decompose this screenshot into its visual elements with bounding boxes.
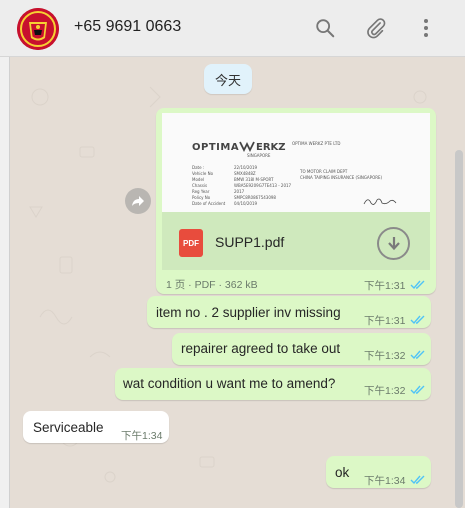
forward-arrow-icon: [132, 196, 144, 206]
message-text: Serviceable: [33, 420, 104, 435]
forward-button[interactable]: [125, 188, 151, 214]
manchester-united-crest-icon: [17, 8, 59, 50]
pdf-file-icon: PDF: [179, 229, 203, 257]
chat-header: +65 9691 0663: [0, 0, 465, 57]
preview-field-value: BMW 318I M-SPORT: [234, 177, 274, 182]
left-panel-edge: [0, 57, 10, 508]
read-ticks-icon: [410, 475, 425, 485]
read-ticks-icon: [410, 315, 425, 325]
preview-field-value: SMX4848Z: [234, 171, 256, 176]
preview-to-line: TO MOTOR CLAIM DEPT: [300, 169, 348, 174]
preview-field-value: WBA5E9209G7TE413 - 2017: [234, 183, 292, 188]
preview-insurer: CHINA TAIPING INSURANCE (SINGAPORE): [300, 175, 383, 180]
menu-icon[interactable]: [412, 14, 440, 42]
preview-field-label: Chassis: [192, 183, 208, 188]
read-ticks-icon: [410, 385, 425, 395]
svg-text:OPTIMA: OPTIMA: [192, 142, 239, 152]
chat-scrollbar[interactable]: [455, 150, 463, 508]
contact-avatar[interactable]: [17, 8, 59, 50]
attach-icon[interactable]: [362, 14, 390, 42]
preview-field-label: Reg Year: [192, 189, 210, 194]
message-time: 下午1:32: [364, 350, 406, 362]
svg-text:ERKZ: ERKZ: [256, 142, 286, 152]
preview-company: OPTIMA WERKZ PTE LTD: [292, 141, 341, 146]
preview-field-label: Vehicle No: [192, 171, 214, 176]
message-time: 下午1:34: [121, 430, 163, 442]
preview-field-value: SMPC8R0867543098: [234, 195, 276, 200]
document-meta: 1 页 · PDF · 362 kB: [166, 279, 258, 291]
read-ticks-icon: [410, 350, 425, 360]
optimawerkz-logo: OPTIMA ERKZ: [192, 141, 286, 152]
message-time: 下午1:31: [364, 280, 406, 292]
signature-mark: [363, 198, 397, 205]
message-text: wat condition u want me to amend?: [123, 376, 336, 391]
preview-field-value: 2017: [234, 189, 245, 194]
search-icon[interactable]: [311, 14, 339, 42]
contact-name[interactable]: +65 9691 0663: [74, 18, 181, 36]
message-time: 下午1:34: [364, 475, 406, 487]
preview-field-label: Date of Accident: [192, 201, 226, 206]
preview-field-label: Model: [192, 177, 205, 182]
message-text: ok: [335, 465, 350, 480]
document-file-name: SUPP1.pdf: [215, 234, 285, 250]
preview-brand-sub: SINGAPORE: [247, 153, 271, 158]
message-time: 下午1:31: [364, 315, 406, 327]
download-button[interactable]: [377, 227, 410, 260]
preview-field-value: 04/10/2019: [234, 201, 258, 206]
preview-field-value: 22/10/2019: [234, 165, 258, 170]
message-time: 下午1:32: [364, 385, 406, 397]
read-ticks-icon: [410, 280, 425, 290]
date-chip: 今天: [204, 64, 252, 94]
download-arrow-icon: [387, 236, 400, 250]
document-preview[interactable]: OPTIMA ERKZ SINGAPORE OPTIMA WERKZ PTE L…: [162, 113, 430, 212]
preview-field-label: Date :: [192, 165, 205, 170]
message-text: item no . 2 supplier inv missing: [156, 305, 341, 320]
message-text: repairer agreed to take out: [181, 341, 341, 356]
preview-field-label: Policy No: [192, 195, 211, 200]
